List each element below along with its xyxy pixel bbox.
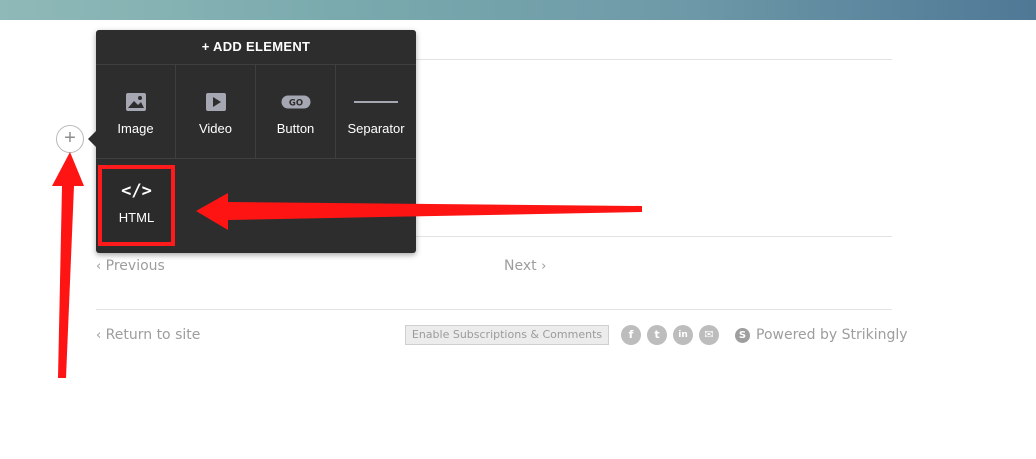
element-video-label: Video	[198, 121, 232, 136]
chevron-left-icon: ‹	[96, 328, 102, 343]
element-html-label: HTML	[118, 210, 155, 225]
video-play-icon	[205, 87, 227, 117]
element-video[interactable]: Video	[176, 65, 256, 158]
element-image[interactable]: Image	[96, 65, 176, 158]
powered-by-label: Powered by Strikingly	[756, 327, 908, 343]
return-to-site-label: Return to site	[105, 327, 201, 343]
return-to-site-link[interactable]: ‹ Return to site	[96, 327, 200, 343]
add-element-button[interactable]: +	[56, 125, 84, 153]
element-grid-row-2: </> HTML	[96, 159, 416, 253]
panel-pointer	[88, 131, 96, 147]
element-separator[interactable]: Separator	[336, 65, 416, 158]
twitter-icon[interactable]: t	[647, 325, 667, 345]
element-button[interactable]: GO Button	[256, 65, 336, 158]
email-icon[interactable]: ✉	[699, 325, 719, 345]
next-link[interactable]: Next ›	[504, 258, 546, 274]
chevron-left-icon: ‹	[96, 259, 102, 274]
divider-bottom	[96, 309, 892, 310]
top-banner	[0, 0, 1036, 20]
element-html[interactable]: </> HTML	[98, 165, 175, 246]
go-button-icon-text: GO	[288, 99, 302, 109]
add-element-panel: + ADD ELEMENT Image Video GO Button Sepa…	[88, 30, 416, 253]
element-button-label: Button	[276, 121, 315, 136]
enable-subscriptions-button[interactable]: Enable Subscriptions & Comments	[405, 325, 609, 345]
previous-link[interactable]: ‹ Previous	[96, 258, 165, 274]
code-brackets-icon: </>	[121, 181, 152, 201]
next-label: Next	[504, 258, 537, 274]
element-grid: Image Video GO Button Separator	[96, 65, 416, 159]
facebook-icon[interactable]: f	[621, 325, 641, 345]
add-element-title[interactable]: + ADD ELEMENT	[96, 30, 416, 65]
separator-line-icon	[354, 87, 398, 117]
element-separator-label: Separator	[347, 121, 405, 136]
powered-by-link[interactable]: S Powered by Strikingly	[735, 325, 908, 345]
strikingly-logo-icon: S	[735, 327, 750, 343]
image-icon	[125, 87, 147, 117]
previous-label: Previous	[105, 258, 165, 274]
linkedin-icon[interactable]: in	[673, 325, 693, 345]
go-button-icon: GO	[281, 87, 311, 117]
element-image-label: Image	[117, 121, 154, 136]
chevron-right-icon: ›	[541, 259, 547, 274]
red-arrow-to-add-button	[52, 152, 84, 378]
